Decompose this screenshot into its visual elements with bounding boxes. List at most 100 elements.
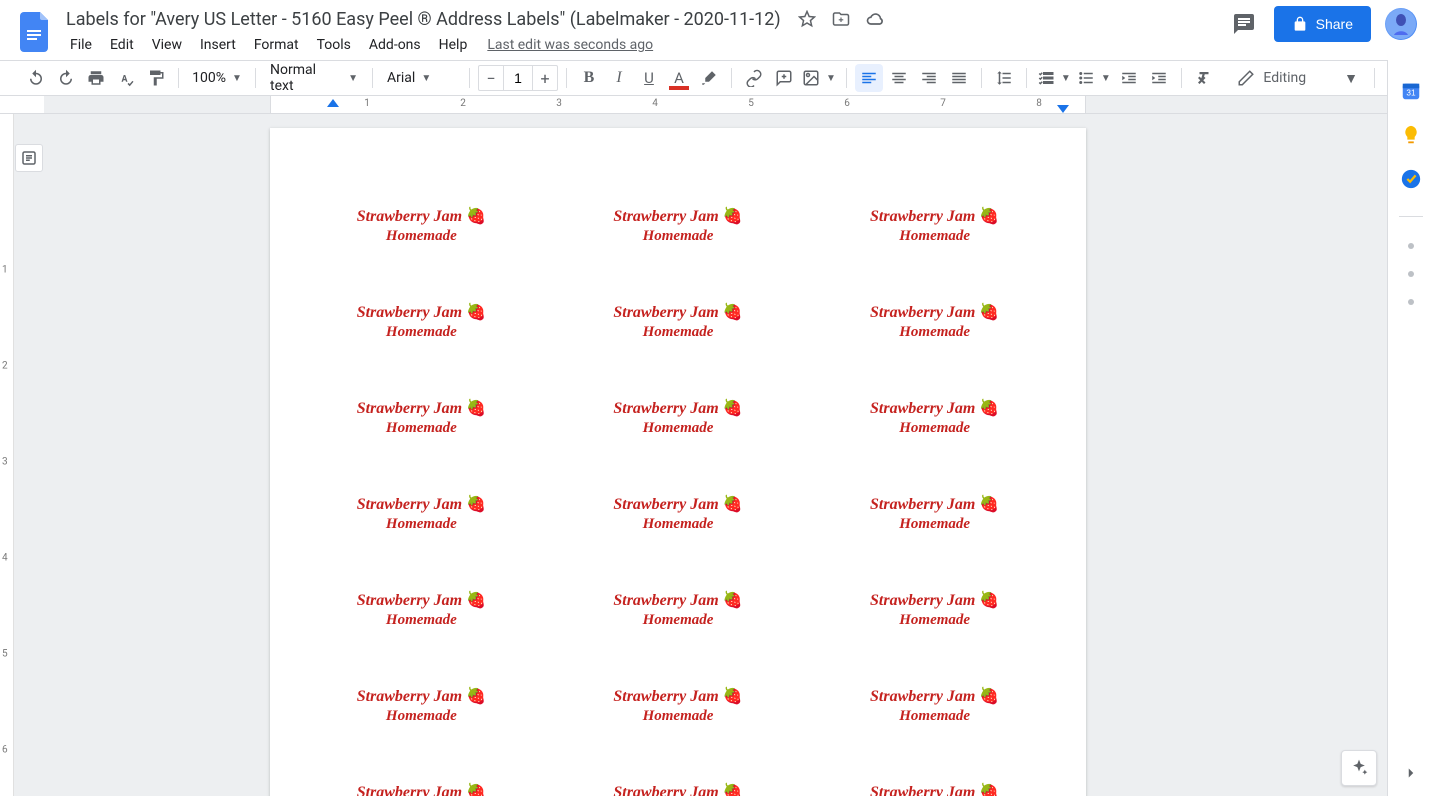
label-cell[interactable]: Strawberry Jam 🍓 (557, 754, 800, 794)
menu-addons[interactable]: Add-ons (361, 33, 429, 57)
bulleted-list-button[interactable]: ▼ (1075, 69, 1113, 87)
decrease-indent-button[interactable] (1115, 64, 1143, 92)
increase-indent-button[interactable] (1145, 64, 1173, 92)
label-cell[interactable]: Strawberry Jam 🍓Homemade (813, 370, 1056, 466)
addon-dot[interactable] (1408, 271, 1414, 277)
label-cell[interactable]: Strawberry Jam 🍓Homemade (300, 562, 543, 658)
hide-sidepanel-button[interactable] (1400, 762, 1422, 784)
star-icon[interactable] (795, 7, 819, 31)
menu-edit[interactable]: Edit (102, 33, 142, 57)
label-cell[interactable]: Strawberry Jam 🍓Homemade (813, 658, 1056, 754)
cloud-status-icon[interactable] (863, 7, 887, 31)
label-line2: Homemade (386, 612, 457, 629)
explore-button[interactable] (1341, 750, 1377, 786)
document-title[interactable]: Labels for "Avery US Letter - 5160 Easy … (62, 7, 785, 32)
addon-dot[interactable] (1408, 299, 1414, 305)
label-line1: Strawberry Jam 🍓 (357, 782, 486, 796)
print-button[interactable] (82, 64, 110, 92)
label-cell[interactable]: Strawberry Jam 🍓Homemade (300, 370, 543, 466)
align-center-button[interactable] (885, 64, 913, 92)
align-justify-button[interactable] (945, 64, 973, 92)
zoom-dropdown[interactable]: 100%▼ (187, 70, 247, 86)
label-line2: Homemade (643, 516, 714, 533)
menu-file[interactable]: File (62, 33, 100, 57)
last-edit-status[interactable]: Last edit was seconds ago (487, 37, 653, 53)
label-cell[interactable]: Strawberry Jam 🍓Homemade (813, 274, 1056, 370)
paragraph-style-dropdown[interactable]: Normal text▼ (264, 62, 364, 94)
insert-link-button[interactable] (740, 64, 768, 92)
redo-button[interactable] (52, 64, 80, 92)
label-line2: Homemade (643, 420, 714, 437)
editing-mode-dropdown[interactable]: Editing ▼ (1229, 65, 1366, 91)
menu-format[interactable]: Format (246, 33, 307, 57)
tasks-addon-icon[interactable] (1400, 168, 1422, 190)
horizontal-ruler[interactable]: 12345678 (0, 96, 1433, 114)
menu-insert[interactable]: Insert (192, 33, 244, 57)
label-cell[interactable]: Strawberry Jam 🍓Homemade (557, 466, 800, 562)
font-size-increase[interactable]: + (533, 66, 557, 90)
highlight-button[interactable] (695, 64, 723, 92)
label-line2: Homemade (643, 612, 714, 629)
italic-button[interactable]: I (605, 64, 633, 92)
ruler-tick: 8 (1036, 98, 1042, 109)
add-comment-button[interactable] (770, 64, 798, 92)
label-cell[interactable]: Strawberry Jam 🍓Homemade (300, 658, 543, 754)
label-cell[interactable]: Strawberry Jam 🍓Homemade (557, 370, 800, 466)
label-cell[interactable]: Strawberry Jam 🍓Homemade (557, 658, 800, 754)
docs-app-icon[interactable] (16, 8, 56, 56)
style-value: Normal text (270, 62, 342, 94)
ruler-tick: 2 (460, 98, 466, 109)
label-cell[interactable]: Strawberry Jam 🍓 (300, 754, 543, 794)
right-indent-marker[interactable] (1057, 105, 1069, 113)
account-avatar[interactable] (1385, 8, 1417, 40)
menu-tools[interactable]: Tools (309, 33, 359, 57)
label-cell[interactable]: Strawberry Jam 🍓Homemade (300, 466, 543, 562)
paint-format-button[interactable] (142, 64, 170, 92)
font-size-decrease[interactable]: − (479, 66, 503, 90)
vruler-tick: 4 (2, 553, 8, 564)
share-label: Share (1316, 16, 1353, 32)
comments-icon[interactable] (1228, 8, 1260, 40)
toolbar: 100%▼ Normal text▼ Arial▼ − + B I U A ▼ … (0, 60, 1433, 96)
insert-image-button[interactable]: ▼ (800, 69, 838, 87)
underline-button[interactable]: U (635, 64, 663, 92)
align-right-button[interactable] (915, 64, 943, 92)
menu-help[interactable]: Help (431, 33, 476, 57)
label-line2: Homemade (386, 708, 457, 725)
text-color-button[interactable]: A (665, 64, 693, 92)
label-cell[interactable]: Strawberry Jam 🍓 (813, 754, 1056, 794)
font-size-input[interactable] (503, 66, 533, 90)
align-left-button[interactable] (855, 64, 883, 92)
label-line1: Strawberry Jam 🍓 (870, 302, 999, 322)
label-line1: Strawberry Jam 🍓 (870, 494, 999, 514)
label-cell[interactable]: Strawberry Jam 🍓Homemade (557, 178, 800, 274)
undo-button[interactable] (22, 64, 50, 92)
move-icon[interactable] (829, 7, 853, 31)
bold-button[interactable]: B (575, 64, 603, 92)
clear-formatting-button[interactable] (1190, 64, 1218, 92)
document-outline-button[interactable] (15, 144, 43, 172)
label-cell[interactable]: Strawberry Jam 🍓Homemade (557, 562, 800, 658)
editor-canvas[interactable]: Strawberry Jam 🍓HomemadeStrawberry Jam 🍓… (44, 114, 1387, 796)
document-page[interactable]: Strawberry Jam 🍓HomemadeStrawberry Jam 🍓… (270, 128, 1086, 796)
keep-addon-icon[interactable] (1400, 124, 1422, 146)
label-line1: Strawberry Jam 🍓 (870, 398, 999, 418)
label-line2: Homemade (386, 228, 457, 245)
label-cell[interactable]: Strawberry Jam 🍓Homemade (813, 562, 1056, 658)
label-cell[interactable]: Strawberry Jam 🍓Homemade (813, 466, 1056, 562)
zoom-value: 100% (192, 70, 226, 86)
line-spacing-button[interactable] (990, 64, 1018, 92)
menu-view[interactable]: View (144, 33, 190, 57)
checklist-button[interactable]: ▼ (1035, 69, 1073, 87)
share-button[interactable]: Share (1274, 6, 1371, 42)
left-indent-marker[interactable] (327, 99, 339, 107)
calendar-addon-icon[interactable]: 31 (1400, 80, 1422, 102)
spellcheck-button[interactable] (112, 64, 140, 92)
vertical-ruler[interactable]: 123456 (0, 114, 14, 796)
label-cell[interactable]: Strawberry Jam 🍓Homemade (300, 274, 543, 370)
label-cell[interactable]: Strawberry Jam 🍓Homemade (300, 178, 543, 274)
label-cell[interactable]: Strawberry Jam 🍓Homemade (557, 274, 800, 370)
font-dropdown[interactable]: Arial▼ (381, 70, 461, 86)
addon-dot[interactable] (1408, 243, 1414, 249)
label-cell[interactable]: Strawberry Jam 🍓Homemade (813, 178, 1056, 274)
